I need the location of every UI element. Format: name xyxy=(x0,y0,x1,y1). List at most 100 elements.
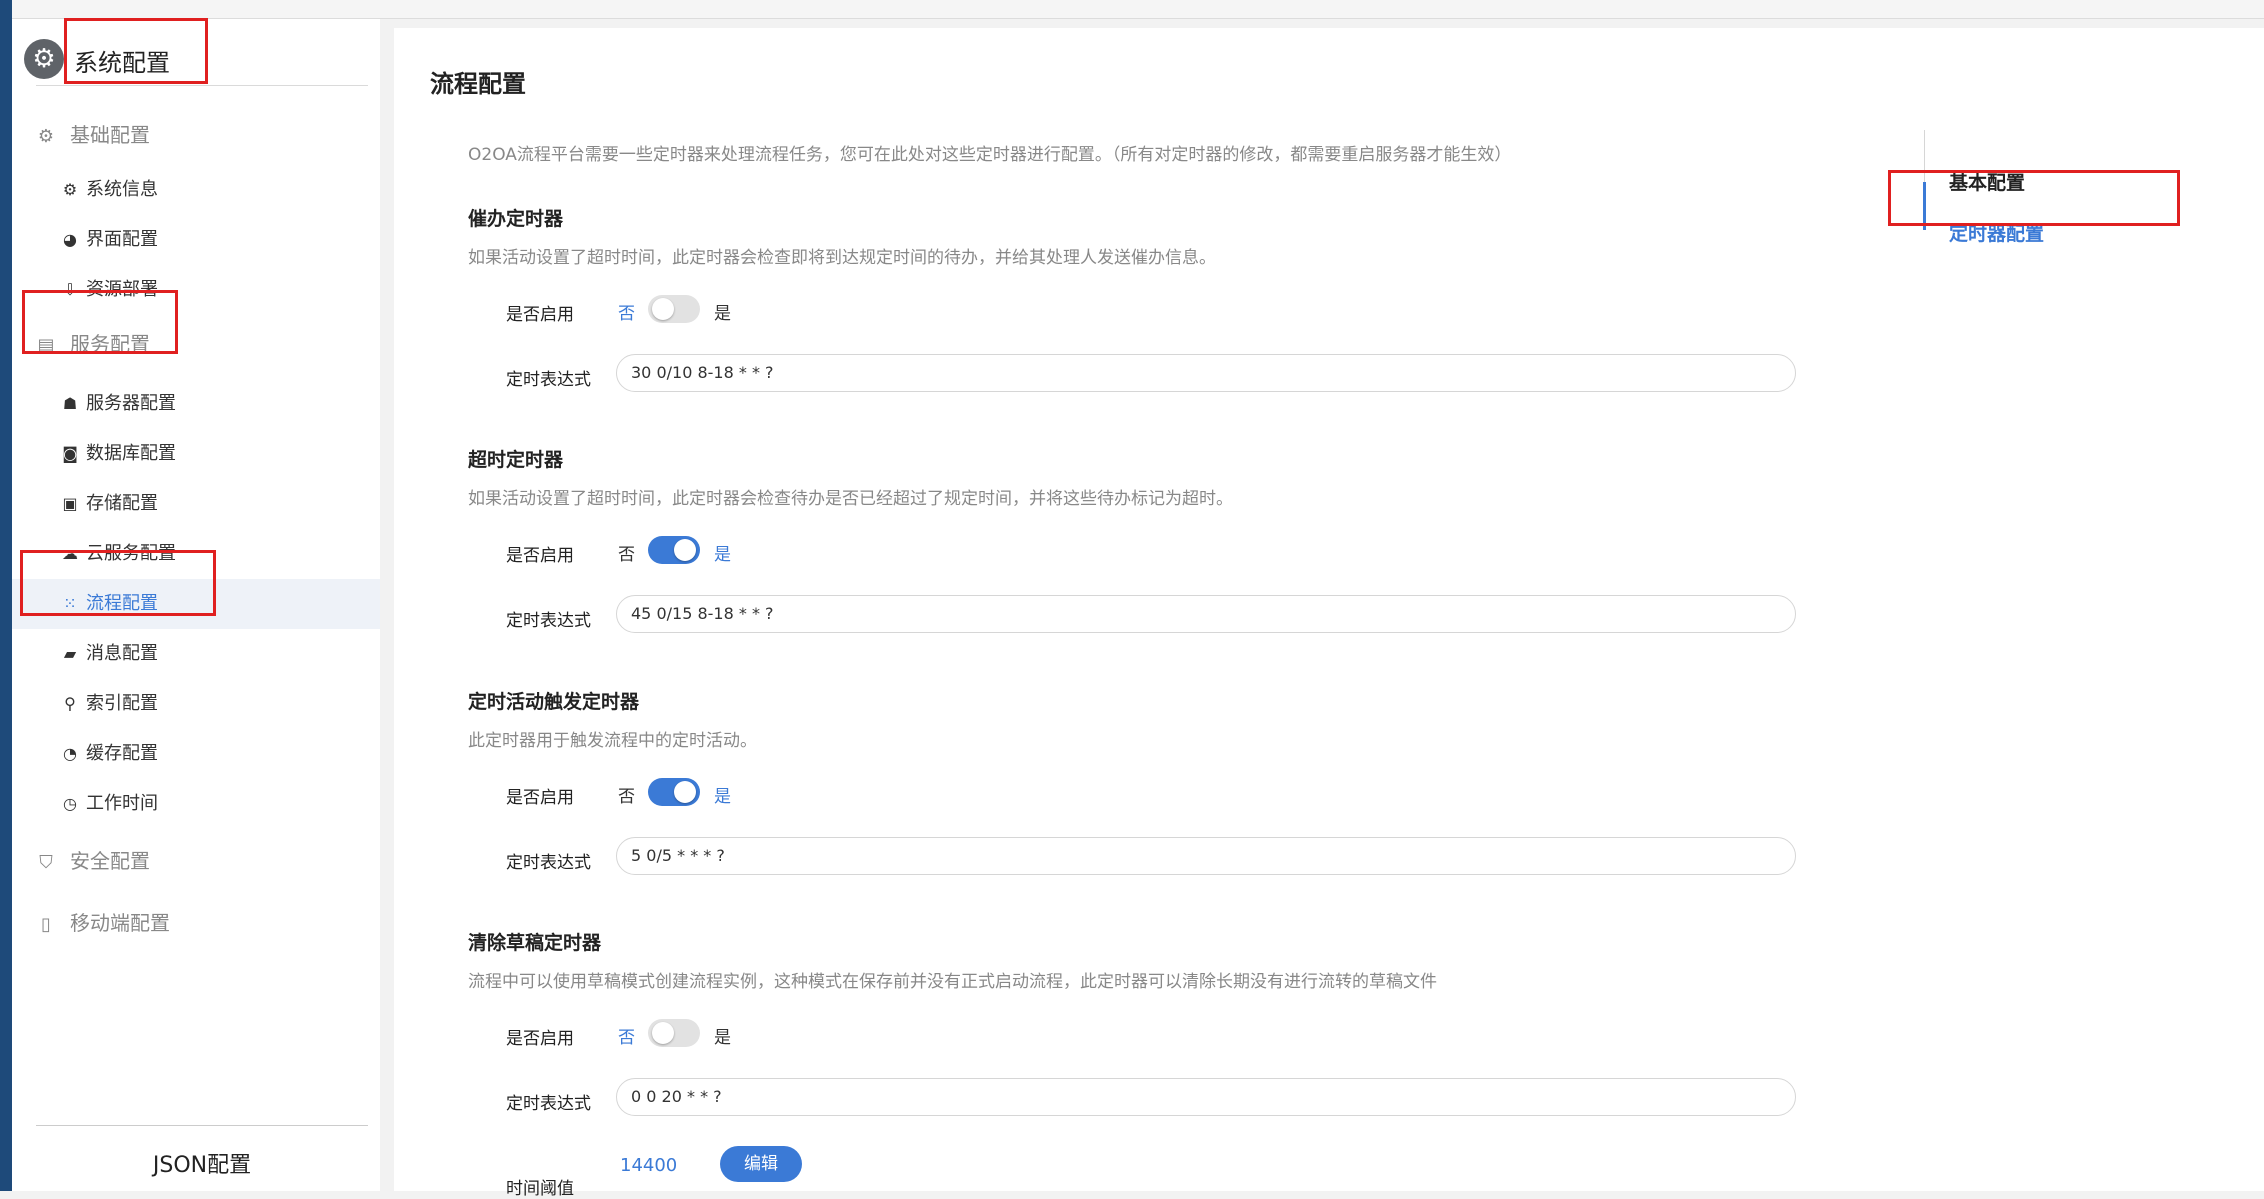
expression-label: 定时表达式 xyxy=(506,1094,591,1114)
sidebar-item-cache-config[interactable]: ◔ 缓存配置 xyxy=(12,729,380,779)
enable-toggle[interactable] xyxy=(648,536,700,564)
mobile-icon: ▯ xyxy=(41,914,51,935)
sidebar-group-security[interactable]: ⛉ 安全配置 xyxy=(34,841,150,881)
sidebar-item-label: 消息配置 xyxy=(86,643,158,664)
sidebar-item-ui-config[interactable]: ◕ 界面配置 xyxy=(12,215,380,265)
section-title: 定时活动触发定时器 xyxy=(468,691,640,713)
shield-icon: ⛉ xyxy=(39,852,53,873)
sidebar-item-database-config[interactable]: ◙ 数据库配置 xyxy=(12,429,380,479)
section-description: 此定时器用于触发流程中的定时活动。 xyxy=(468,731,757,751)
json-config-link[interactable]: JSON配置 xyxy=(36,1147,368,1179)
gear-icon: ⚙ xyxy=(37,126,55,147)
gear-icon: ⚙ xyxy=(62,180,78,199)
server-icon: ▤ xyxy=(37,335,55,356)
sidebar-group-label: 移动端配置 xyxy=(70,911,170,935)
toggle-knob xyxy=(652,298,674,320)
toggle-off-label[interactable]: 否 xyxy=(618,1023,635,1048)
active-marker xyxy=(1923,182,1926,230)
main-panel: 流程配置 O2OA流程平台需要一些定时器来处理流程任务，您可在此处对这些定时器进… xyxy=(394,28,2264,1199)
sidebar-item-label: 存储配置 xyxy=(86,493,158,514)
top-border xyxy=(0,0,2264,19)
pie-icon: ◔ xyxy=(63,744,77,763)
anchor-basic-config[interactable]: 基本配置 xyxy=(1949,168,2025,195)
sidebar-item-label: 服务器配置 xyxy=(86,393,176,414)
sidebar-item-system-info[interactable]: ⚙ 系统信息 xyxy=(12,165,380,215)
left-edge-bar xyxy=(0,0,12,1191)
page-description: O2OA流程平台需要一些定时器来处理流程任务，您可在此处对这些定时器进行配置。（… xyxy=(468,145,1512,165)
sidebar-group-basic[interactable]: ⚙ 基础配置 xyxy=(34,115,150,155)
toggle-on-label[interactable]: 是 xyxy=(714,540,731,565)
toggle-off-label[interactable]: 否 xyxy=(618,299,635,324)
enable-label: 是否启用 xyxy=(506,305,574,325)
section-description: 流程中可以使用草稿模式创建流程实例，这种模式在保存前并没有正式启动流程，此定时器… xyxy=(468,972,1437,992)
enable-label: 是否启用 xyxy=(506,546,574,566)
section-title: 清除草稿定时器 xyxy=(468,932,602,954)
expression-label: 定时表达式 xyxy=(506,370,591,390)
sidebar-group-label: 基础配置 xyxy=(70,123,150,147)
sidebar-item-cloud-config[interactable]: ☁ 云服务配置 xyxy=(12,529,380,579)
page-title: 流程配置 xyxy=(430,70,526,98)
toggle-on-label[interactable]: 是 xyxy=(714,1023,731,1048)
expression-input[interactable]: 30 0/10 8-18 * * ? xyxy=(616,354,1796,392)
timer-icon: ◷ xyxy=(63,794,77,813)
sidebar-item-process-config[interactable]: ⁙ 流程配置 xyxy=(12,579,380,629)
sidebar-item-label: 资源部署 xyxy=(86,279,158,300)
threshold-label: 时间阈值 xyxy=(506,1179,574,1199)
toggle-off-label[interactable]: 否 xyxy=(618,540,635,565)
sidebar-item-label: 工作时间 xyxy=(86,793,158,814)
sidebar-item-label: 缓存配置 xyxy=(86,743,158,764)
divider xyxy=(36,1125,368,1126)
sidebar-group-label: 安全配置 xyxy=(70,849,150,873)
enable-toggle[interactable] xyxy=(648,295,700,323)
sidebar-item-message-config[interactable]: ▰ 消息配置 xyxy=(12,629,380,679)
enable-toggle[interactable] xyxy=(648,1019,700,1047)
enable-label: 是否启用 xyxy=(506,1029,574,1049)
toggle-on-label[interactable]: 是 xyxy=(714,782,731,807)
sidebar-item-server-config[interactable]: ☗ 服务器配置 xyxy=(12,379,380,429)
sidebar-item-label: 流程配置 xyxy=(86,593,158,614)
right-anchor-nav: 基本配置 定时器配置 xyxy=(1923,130,2165,245)
toggle-knob xyxy=(674,781,696,803)
toggle-on-label[interactable]: 是 xyxy=(714,299,731,324)
sidebar-group-label: 服务配置 xyxy=(70,332,150,356)
expression-input[interactable]: 0 0 20 * * ? xyxy=(616,1078,1796,1116)
section-title: 催办定时器 xyxy=(468,208,564,230)
section-description: 如果活动设置了超时时间，此定时器会检查即将到达规定时间的待办，并给其处理人发送催… xyxy=(468,248,1216,268)
toggle-knob xyxy=(652,1022,674,1044)
sidebar-header: ⚙ 系统配置 xyxy=(24,35,368,86)
sidebar-item-index-config[interactable]: ⚲ 索引配置 xyxy=(12,679,380,729)
server-user-icon: ☗ xyxy=(62,394,78,413)
enable-toggle[interactable] xyxy=(648,778,700,806)
deploy-icon: ⇩ xyxy=(63,280,77,299)
sidebar: ⚙ 系统配置 ⚙ 基础配置 ⚙ 系统信息 ◕ 界面配置 ⇩ 资源部署 ▤ 服务配置 ☗ 服务… xyxy=(12,19,380,1191)
sidebar-item-storage-config[interactable]: ▣ 存储配置 xyxy=(12,479,380,529)
anchor-timer-config[interactable]: 定时器配置 xyxy=(1949,219,2044,246)
sidebar-item-label: 系统信息 xyxy=(86,179,158,200)
expression-input[interactable]: 45 0/15 8-18 * * ? xyxy=(616,595,1796,633)
sidebar-title: 系统配置 xyxy=(74,49,170,77)
edit-button[interactable]: 编辑 xyxy=(720,1146,802,1182)
expression-label: 定时表达式 xyxy=(506,853,591,873)
sidebar-item-label: 索引配置 xyxy=(86,693,158,714)
palette-icon: ◕ xyxy=(63,230,77,249)
toggle-off-label[interactable]: 否 xyxy=(618,782,635,807)
sidebar-item-label: 界面配置 xyxy=(86,229,158,250)
sidebar-item-work-time[interactable]: ◷ 工作时间 xyxy=(12,779,380,829)
sidebar-item-label: 数据库配置 xyxy=(86,443,176,464)
expression-label: 定时表达式 xyxy=(506,611,591,631)
database-icon: ◙ xyxy=(62,444,78,463)
section-title: 超时定时器 xyxy=(468,449,564,471)
sidebar-item-label: 云服务配置 xyxy=(86,543,176,564)
section-description: 如果活动设置了超时时间，此定时器会检查待办是否已经超过了规定时间，并将这些待办标… xyxy=(468,489,1233,509)
sidebar-group-service[interactable]: ▤ 服务配置 xyxy=(34,324,150,364)
toggle-knob xyxy=(674,539,696,561)
search-icon: ⚲ xyxy=(64,694,76,713)
process-icon: ⁙ xyxy=(63,594,77,613)
storage-icon: ▣ xyxy=(62,494,78,513)
sidebar-item-resource-deploy[interactable]: ⇩ 资源部署 xyxy=(12,265,380,315)
enable-label: 是否启用 xyxy=(506,788,574,808)
message-icon: ▰ xyxy=(63,644,77,663)
expression-input[interactable]: 5 0/5 * * * ? xyxy=(616,837,1796,875)
gear-icon: ⚙ xyxy=(24,39,64,79)
sidebar-group-mobile[interactable]: ▯ 移动端配置 xyxy=(34,903,170,943)
